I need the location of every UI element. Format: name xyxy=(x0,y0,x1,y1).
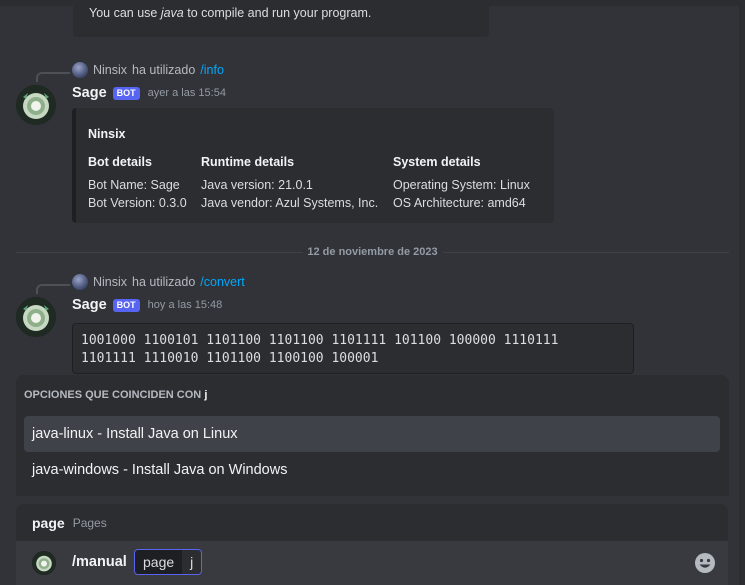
option-chip-value[interactable]: j xyxy=(182,550,202,574)
autocomplete-option[interactable]: java-linux - Install Java on Linux xyxy=(24,416,720,452)
option-name: page xyxy=(32,514,65,531)
bot-tag: BOT xyxy=(112,298,140,312)
code-line: 1101111 1110010 1101100 1100100 100001 xyxy=(81,351,379,366)
reply-user[interactable]: Ninsix xyxy=(93,63,127,77)
reply-command[interactable]: /convert xyxy=(200,275,244,289)
message-input[interactable]: /manual page j xyxy=(16,541,728,585)
reply-user[interactable]: Ninsix xyxy=(93,275,127,289)
previous-embed-text: You can use java to compile and run your… xyxy=(89,6,372,20)
command-option-chip[interactable]: page j xyxy=(134,549,203,575)
reply-spine xyxy=(36,284,70,294)
timestamp[interactable]: ayer a las 15:54 xyxy=(148,87,226,99)
embed-field-runtime-details: Runtime details Java version: 21.0.1 Jav… xyxy=(201,155,379,210)
sage-avatar-icon xyxy=(16,297,56,337)
sage-avatar-icon xyxy=(16,85,56,125)
reply-text: ha utilizado xyxy=(132,275,196,289)
command-app-avatar xyxy=(32,551,56,575)
reply-text: ha utilizado xyxy=(132,63,196,77)
option-hint-bar: page Pages xyxy=(16,504,728,541)
previous-embed-italic: java xyxy=(160,6,184,20)
scrollbar[interactable] xyxy=(739,0,745,585)
reply-reference[interactable]: Ninsix ha utilizado /info xyxy=(72,62,224,78)
date-divider: 12 de noviembre de 2023 xyxy=(302,246,443,258)
autocomplete-popup: OPCIONES QUE COINCIDEN CON j java-linux … xyxy=(16,375,729,496)
emoji-button[interactable] xyxy=(694,552,716,574)
avatar[interactable] xyxy=(16,297,56,337)
bot-tag: BOT xyxy=(112,86,140,100)
message-header: Sage BOT ayer a las 15:54 xyxy=(72,85,226,101)
code-block: 1001000 1100101 1101100 1101100 1101111 … xyxy=(72,323,634,374)
author-name[interactable]: Sage xyxy=(72,85,107,101)
sage-avatar-icon xyxy=(32,551,56,575)
previous-embed: You can use java to compile and run your… xyxy=(73,0,489,37)
smiley-icon xyxy=(695,553,715,573)
reply-avatar xyxy=(72,62,88,78)
option-description: Pages xyxy=(72,515,107,530)
autocomplete-header: OPCIONES QUE COINCIDEN CON j xyxy=(24,389,208,401)
avatar[interactable] xyxy=(16,85,56,125)
embed-field-bot-details: Bot details Bot Name: Sage Bot Version: … xyxy=(88,155,187,210)
autocomplete-query: j xyxy=(204,389,208,401)
embed-title: Ninsix xyxy=(88,127,126,141)
reply-spine xyxy=(36,72,70,82)
option-chip-name: page xyxy=(135,550,183,574)
embed-field-system-details: System details Operating System: Linux O… xyxy=(393,155,530,210)
reply-command[interactable]: /info xyxy=(200,63,224,77)
reply-avatar xyxy=(72,274,88,290)
info-embed: Ninsix Bot details Bot Name: Sage Bot Ve… xyxy=(72,108,554,223)
code-line: 1001000 1100101 1101100 1101100 1101111 … xyxy=(81,333,559,348)
author-name[interactable]: Sage xyxy=(72,297,107,313)
message-header: Sage BOT hoy a las 15:48 xyxy=(72,297,222,313)
autocomplete-option[interactable]: java-windows - Install Java on Windows xyxy=(24,452,720,488)
slash-command-name: /manual xyxy=(72,554,127,570)
timestamp[interactable]: hoy a las 15:48 xyxy=(148,299,223,311)
reply-reference[interactable]: Ninsix ha utilizado /convert xyxy=(72,274,245,290)
